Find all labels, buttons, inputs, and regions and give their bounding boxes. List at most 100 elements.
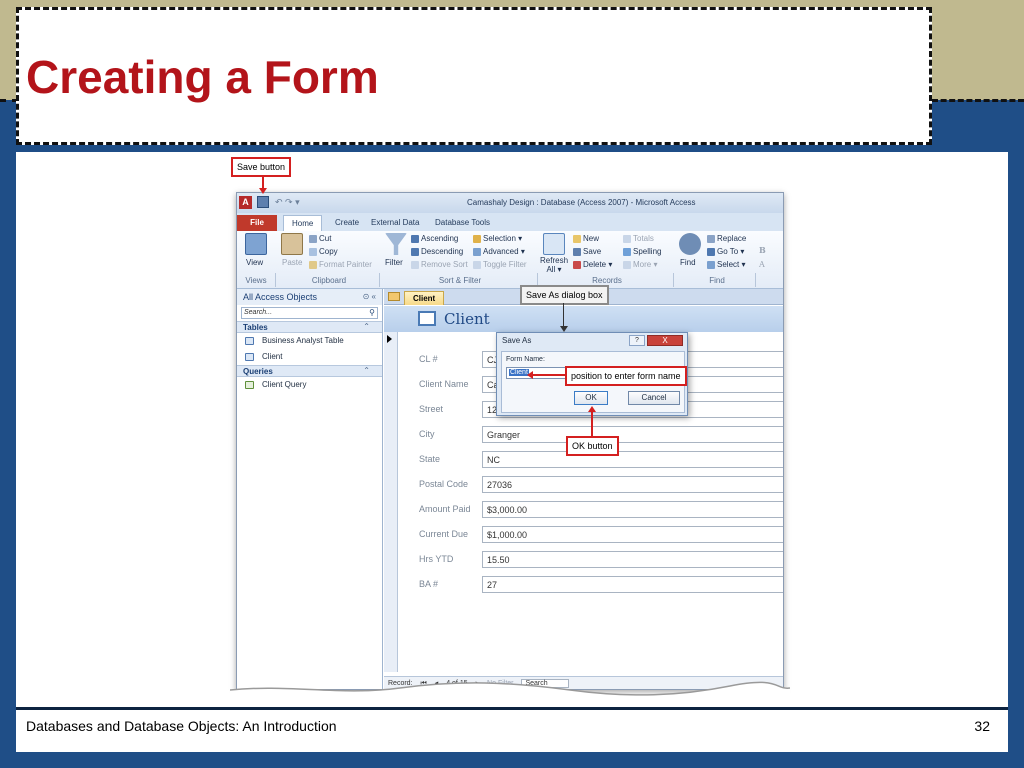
paste-button[interactable]: Paste: [282, 258, 302, 267]
cancel-button[interactable]: Cancel: [628, 391, 680, 405]
record-selector[interactable]: [384, 332, 398, 672]
tab-file[interactable]: File: [237, 215, 277, 231]
group-separator: [275, 273, 276, 287]
form-title: Client: [444, 310, 490, 328]
tab-database-tools[interactable]: Database Tools: [427, 215, 498, 231]
totals-button[interactable]: Totals: [623, 234, 654, 243]
save-record-button[interactable]: Save: [573, 247, 601, 256]
find-button[interactable]: Find: [680, 258, 696, 267]
copy-button[interactable]: Copy: [309, 247, 338, 256]
ok-button[interactable]: OK: [574, 391, 608, 405]
arrow-right-icon: [707, 247, 715, 256]
bold-icon[interactable]: B: [759, 245, 766, 255]
nav-pane-header[interactable]: All Access Objects ⊙ «: [237, 289, 382, 305]
refresh-icon[interactable]: [543, 233, 565, 255]
field-label: Postal Code: [419, 479, 469, 489]
help-icon[interactable]: ?: [629, 335, 645, 346]
tab-create[interactable]: Create: [327, 215, 367, 231]
field-input[interactable]: NC: [482, 451, 783, 468]
table-icon: [245, 336, 254, 345]
group-separator: [673, 273, 674, 287]
query-icon: [245, 380, 254, 389]
field-label: Street: [419, 404, 444, 414]
field-input[interactable]: 15.50: [482, 551, 783, 568]
binoculars-icon[interactable]: [679, 233, 701, 255]
spelling-button[interactable]: Spelling: [623, 247, 661, 256]
nav-search-input[interactable]: Search... ⚲: [241, 307, 378, 319]
nav-pane-collapse-icon[interactable]: ⊙ «: [363, 292, 376, 301]
sigma-icon: [623, 234, 631, 243]
group-sort-filter-label: Sort & Filter: [438, 276, 482, 285]
refresh-all-button[interactable]: Refresh All ▾: [540, 256, 568, 274]
nav-group-queries[interactable]: Queries ⌃: [237, 365, 382, 377]
tab-home[interactable]: Home: [283, 215, 323, 231]
current-record-icon: [387, 335, 392, 343]
form-header: Client: [384, 306, 783, 332]
nav-search-placeholder: Search...: [244, 309, 273, 316]
search-icon[interactable]: ⚲: [369, 308, 375, 317]
ascending-button[interactable]: Ascending: [411, 234, 458, 243]
window-title: Camashaly Design : Database (Access 2007…: [467, 198, 696, 207]
group-separator: [379, 273, 380, 287]
field-label: CL #: [419, 354, 438, 364]
slide-footer: Databases and Database Objects: An Intro…: [16, 710, 1008, 752]
field-label: Hrs YTD: [419, 554, 454, 564]
view-button[interactable]: View: [246, 258, 263, 267]
nav-item-client[interactable]: Client: [237, 349, 382, 365]
chevron-up-icon[interactable]: ⌃: [363, 322, 370, 331]
more-button[interactable]: More ▾: [623, 260, 657, 269]
save-icon[interactable]: [257, 196, 269, 208]
delete-icon: [573, 260, 581, 269]
go-to-button[interactable]: Go To ▾: [707, 247, 744, 256]
remove-sort-icon: [411, 260, 419, 269]
dialog-title: Save As: [502, 336, 532, 345]
tab-external-data[interactable]: External Data: [363, 215, 427, 231]
copy-icon: [309, 247, 317, 256]
page-number: 32: [974, 718, 990, 734]
field-input[interactable]: $3,000.00: [482, 501, 783, 518]
field-label: City: [419, 429, 435, 439]
advanced-button[interactable]: Advanced ▾: [473, 247, 525, 256]
selection-icon: [473, 234, 481, 243]
callout-connector: [532, 374, 566, 376]
delete-record-button[interactable]: Delete ▾: [573, 260, 612, 269]
field-input[interactable]: 27: [482, 576, 783, 593]
navigation-pane: All Access Objects ⊙ « Search... ⚲ Table…: [237, 289, 383, 689]
access-window: A ↶ ↷ ▾ Camashaly Design : Database (Acc…: [236, 192, 784, 690]
toggle-filter-button[interactable]: Toggle Filter: [473, 260, 527, 269]
group-find-label: Find: [709, 276, 725, 285]
nav-group-tables[interactable]: Tables ⌃: [237, 321, 382, 333]
callout-save-button: Save button: [231, 157, 292, 177]
field-label: Amount Paid: [419, 504, 471, 514]
field-label: BA #: [419, 579, 439, 589]
toggle-filter-icon: [473, 260, 481, 269]
field-input[interactable]: Granger: [482, 426, 783, 443]
quick-access-undo-icon[interactable]: ↶ ↷ ▾: [275, 197, 300, 208]
callout-arrow-down-icon: [560, 326, 568, 332]
field-input[interactable]: $1,000.00: [482, 526, 783, 543]
view-icon[interactable]: [245, 233, 267, 255]
font-color-icon[interactable]: A: [759, 260, 765, 269]
form-name-value: Client: [509, 369, 529, 376]
selection-button[interactable]: Selection ▾: [473, 234, 522, 243]
remove-sort-button[interactable]: Remove Sort: [411, 260, 468, 269]
nav-item-client-query[interactable]: Client Query: [237, 377, 382, 393]
field-label: State: [419, 454, 441, 464]
field-input[interactable]: 27036: [482, 476, 783, 493]
new-record-button[interactable]: New: [573, 234, 599, 243]
cut-button[interactable]: Cut: [309, 234, 331, 243]
footer-text: Databases and Database Objects: An Intro…: [26, 718, 337, 734]
close-icon[interactable]: X: [647, 335, 683, 346]
nav-item-business-analyst-table[interactable]: Business Analyst Table: [237, 333, 382, 349]
document-tab-client[interactable]: Client: [404, 291, 445, 305]
replace-button[interactable]: Replace: [707, 234, 746, 243]
select-button[interactable]: Select ▾: [707, 260, 745, 269]
chevron-up-icon[interactable]: ⌃: [363, 366, 370, 375]
filter-button[interactable]: Filter: [385, 258, 403, 267]
access-app-icon[interactable]: A: [239, 196, 252, 209]
descending-button[interactable]: Descending: [411, 247, 463, 256]
paste-icon[interactable]: [281, 233, 303, 255]
format-painter-button[interactable]: Format Painter: [309, 260, 372, 269]
save-record-icon: [573, 247, 581, 256]
filter-icon[interactable]: [385, 233, 407, 255]
